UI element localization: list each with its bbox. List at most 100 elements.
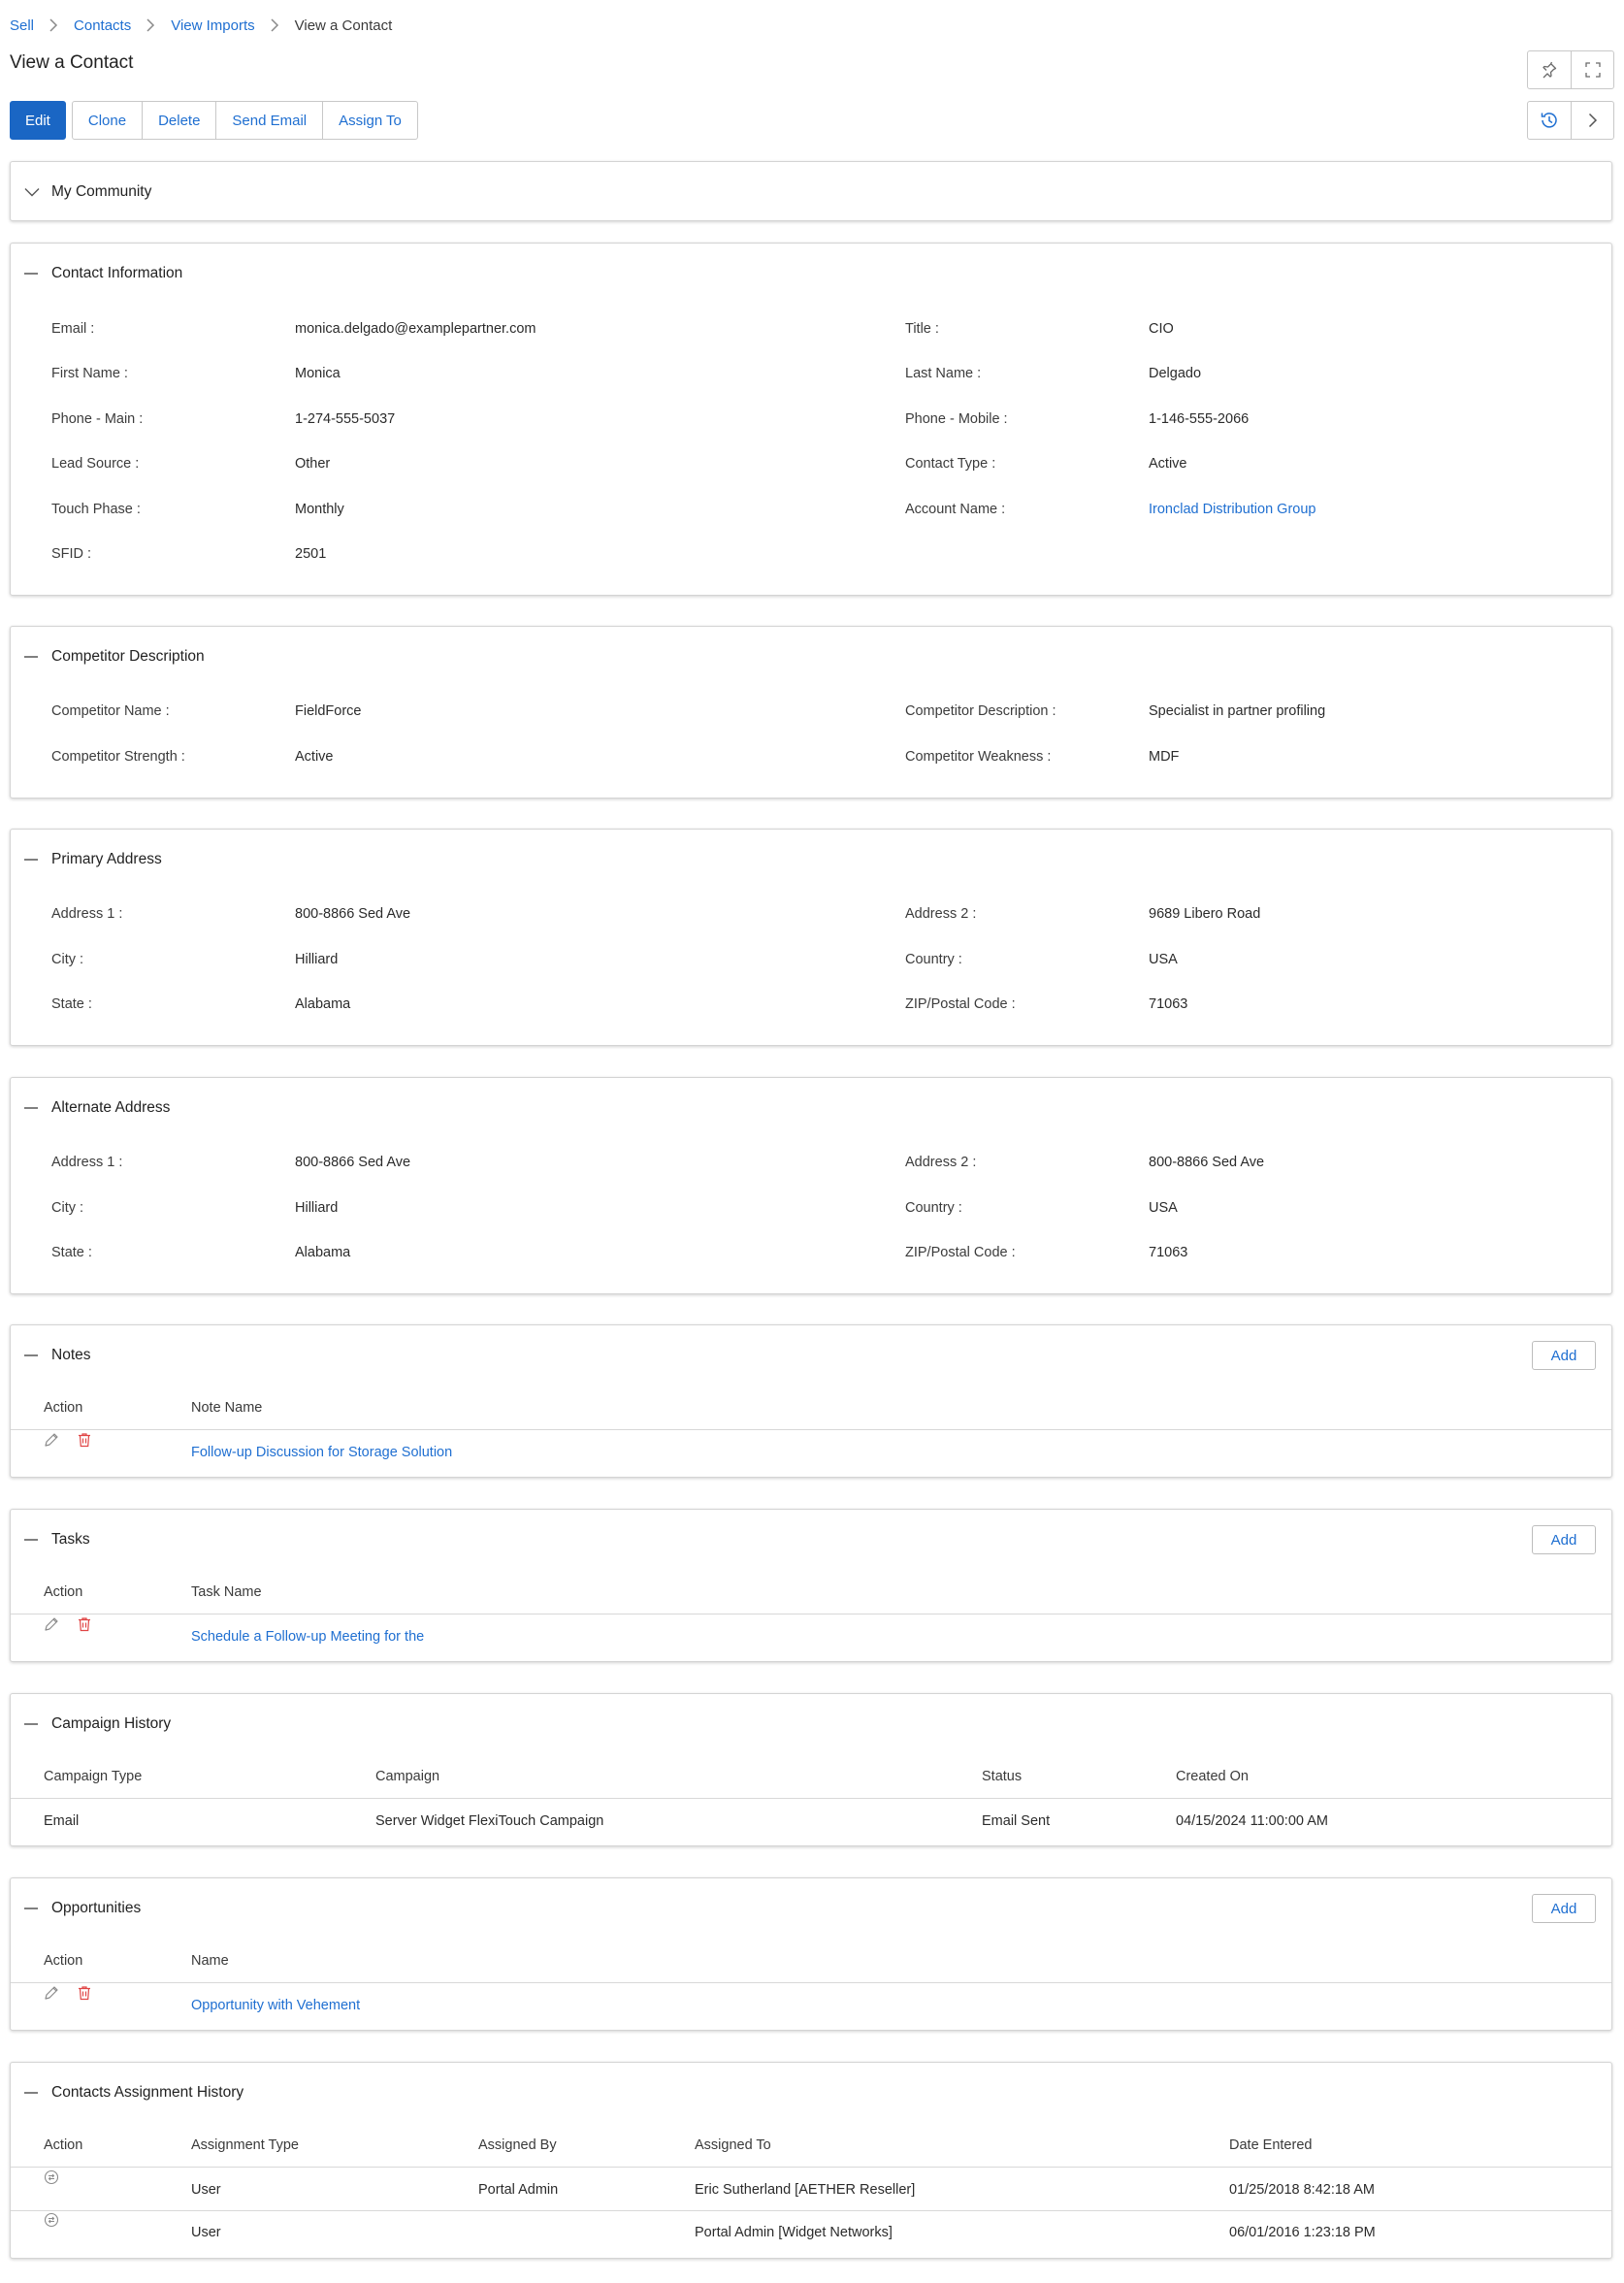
alternate-address-panel: Alternate Address Address 1 :800-8866 Se… [10,1077,1612,1294]
city-value: Hilliard [295,1200,339,1216]
country-value: USA [1149,1200,1178,1216]
panel-title: Alternate Address [51,1099,171,1116]
campaign-history-header[interactable]: Campaign History [24,1694,171,1754]
sfid-value: 2501 [295,546,327,562]
collapse-icon[interactable] [24,272,51,276]
tasks-header[interactable]: Tasks [24,1510,90,1570]
assignment-history-header[interactable]: Contacts Assignment History [24,2063,244,2123]
delete-button[interactable]: Delete [142,102,215,139]
email-value: monica.delgado@examplepartner.com [295,321,536,337]
add-opportunity-button[interactable]: Add [1532,1894,1596,1923]
last-name-value: Delgado [1149,366,1202,381]
clone-button[interactable]: Clone [73,102,142,139]
address1-value: 800-8866 Sed Ave [295,906,411,922]
panel-title: Competitor Description [51,648,205,665]
history-icon[interactable] [1528,102,1571,139]
opportunities-panel: Opportunities Add Action Name Opportunit… [10,1877,1612,2031]
trash-icon[interactable] [76,1615,93,1633]
pin-icon[interactable] [1528,51,1571,88]
header-tools [1527,50,1614,89]
account-name-link[interactable]: Ironclad Distribution Group [1149,502,1315,517]
edit-icon[interactable] [43,1984,60,2002]
collapse-icon[interactable] [24,858,51,862]
edit-icon[interactable] [43,1615,60,1633]
my-community-header[interactable]: My Community [24,162,151,222]
page-title: View a Contact [10,52,134,73]
competitor-strength-value: Active [295,749,334,765]
notes-panel: Notes Add Action Note Name Follow-up Dis… [10,1324,1612,1478]
date-entered: 06/01/2016 1:23:18 PM [1229,2225,1376,2240]
opportunities-header[interactable]: Opportunities [24,1878,141,1939]
revert-assignment-icon[interactable] [43,2211,60,2229]
table-header: Campaign Type Campaign Status Created On [11,1754,1611,1799]
table-row: Opportunity with Vehement [11,1984,1611,2027]
phone-mobile-value: 1-146-555-2066 [1149,411,1250,427]
breadcrumb-contacts[interactable]: Contacts [74,17,131,34]
competitor-name-value: FieldForce [295,703,362,719]
collapse-icon[interactable] [24,1907,51,1910]
trash-icon[interactable] [76,1431,93,1449]
assignment-history-panel: Contacts Assignment History Action Assig… [10,2062,1612,2259]
competitor-weakness-value: MDF [1149,749,1180,765]
chevron-down-icon[interactable] [24,187,51,197]
panel-title: Tasks [51,1531,90,1548]
campaign-name: Server Widget FlexiTouch Campaign [375,1813,604,1829]
table-header: Action Task Name [11,1570,1611,1614]
campaign-created-on: 04/15/2024 11:00:00 AM [1176,1813,1328,1829]
assignment-type: User [191,2225,221,2240]
opportunity-name-link[interactable]: Opportunity with Vehement [191,1984,360,2027]
task-name-link[interactable]: Schedule a Follow-up Meeting for the [191,1615,424,1658]
panel-title: Primary Address [51,851,162,867]
country-value: USA [1149,952,1178,967]
breadcrumb-view-imports[interactable]: View Imports [171,17,254,34]
my-community-panel: My Community [10,161,1612,221]
collapse-icon[interactable] [24,1353,51,1357]
title-value: CIO [1149,321,1174,337]
table-row: User Portal Admin Eric Sutherland [AETHE… [11,2169,1611,2211]
phone-main-value: 1-274-555-5037 [295,411,396,427]
edit-button[interactable]: Edit [10,101,66,140]
revert-assignment-icon[interactable] [43,2169,60,2186]
first-name-value: Monica [295,366,341,381]
add-task-button[interactable]: Add [1532,1525,1596,1554]
campaign-history-panel: Campaign History Campaign Type Campaign … [10,1693,1612,1846]
table-header: Action Assignment Type Assigned By Assig… [11,2123,1611,2168]
state-value: Alabama [295,1245,351,1260]
campaign-status: Email Sent [982,1813,1051,1829]
collapse-icon[interactable] [24,2091,51,2095]
panel-title: Campaign History [51,1715,172,1732]
zip-value: 71063 [1149,996,1188,1012]
expand-icon[interactable] [1571,51,1613,88]
contact-information-header[interactable]: Contact Information [24,244,182,304]
address1-value: 800-8866 Sed Ave [295,1155,411,1170]
chevron-right-icon [49,18,58,32]
assign-to-button[interactable]: Assign To [322,102,417,139]
action-toolbar: Edit Clone Delete Send Email Assign To [10,101,418,140]
contact-information-panel: Contact Information Email : monica.delgad… [10,243,1612,596]
trash-icon[interactable] [76,1984,93,2002]
panel-title: Notes [51,1347,91,1363]
table-row: User Portal Admin [Widget Networks] 06/0… [11,2211,1611,2254]
collapse-icon[interactable] [24,1538,51,1542]
chevron-right-icon [146,18,155,32]
primary-address-header[interactable]: Primary Address [24,830,162,890]
alternate-address-header[interactable]: Alternate Address [24,1078,170,1138]
note-name-link[interactable]: Follow-up Discussion for Storage Solutio… [191,1431,452,1474]
assigned-by: Portal Admin [478,2182,559,2198]
collapse-icon[interactable] [24,1722,51,1726]
notes-header[interactable]: Notes [24,1325,91,1386]
table-row: Schedule a Follow-up Meeting for the [11,1615,1611,1658]
competitor-description-panel: Competitor Description Competitor Name :… [10,626,1612,799]
assigned-to: Eric Sutherland [AETHER Reseller] [695,2182,916,2198]
breadcrumb-sell[interactable]: Sell [10,17,34,34]
send-email-button[interactable]: Send Email [215,102,322,139]
add-note-button[interactable]: Add [1532,1341,1596,1370]
city-value: Hilliard [295,952,339,967]
competitor-description-header[interactable]: Competitor Description [24,627,205,687]
address2-value: 800-8866 Sed Ave [1149,1155,1265,1170]
edit-icon[interactable] [43,1431,60,1449]
table-row: Email Server Widget FlexiTouch Campaign … [11,1800,1611,1843]
next-record-button[interactable] [1571,102,1613,139]
collapse-icon[interactable] [24,655,51,659]
collapse-icon[interactable] [24,1106,51,1110]
